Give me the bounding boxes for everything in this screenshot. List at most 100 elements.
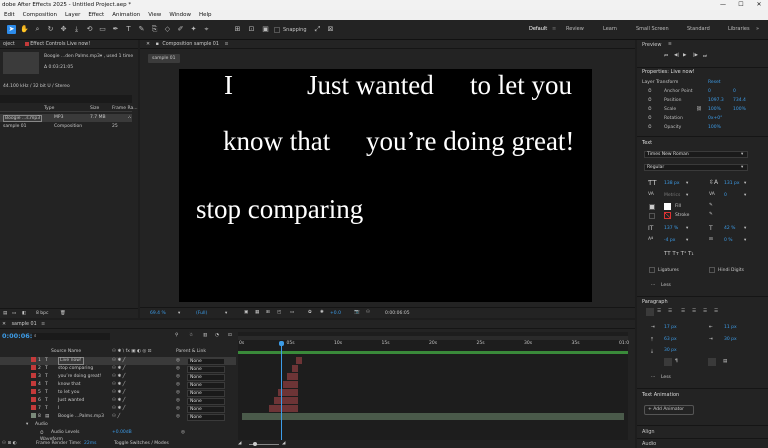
toggle-switches-button[interactable]: Toggle Switches / Modes — [114, 441, 169, 446]
layer-row[interactable]: 3 T you’re doing great! ⚇ ✱ ╱ ◎ None — [0, 373, 236, 381]
layer-duration-bar[interactable] — [269, 405, 298, 412]
switches-icons[interactable]: ⚇ ✱ ╱ — [112, 365, 125, 373]
rtl-direction-icon[interactable]: ¶ — [675, 359, 678, 364]
parent-pickwhip-icon[interactable]: ◎ — [176, 357, 180, 365]
shy-layers-icon[interactable]: ☃ — [189, 333, 193, 338]
timeline-menu-icon[interactable]: ≡ — [41, 322, 45, 327]
footer-icons[interactable]: ⚇ ⊞ ◐ — [2, 441, 17, 446]
maximize-button[interactable]: ☐ — [732, 0, 750, 10]
zoom-dropdown-icon[interactable]: ▾ — [178, 311, 180, 316]
layer-row[interactable]: 5 T to let you ⚇ ✱ ╱ ◎ None — [0, 389, 236, 397]
rotate-tool-icon[interactable]: ↻ — [46, 25, 55, 34]
stroke-eyedropper-icon[interactable]: ✎ — [709, 212, 713, 217]
mask-visibility-icon[interactable]: ◰ — [277, 310, 281, 315]
column-frame-rate[interactable]: Frame Ra... — [112, 106, 138, 111]
hscale-chevron-icon[interactable]: ▾ — [744, 226, 746, 231]
work-area-bar[interactable] — [238, 336, 628, 340]
fill-eyedropper-icon[interactable]: ✎ — [709, 203, 713, 208]
puppet-tool-icon[interactable]: ✦ — [189, 25, 198, 34]
parent-dropdown[interactable]: None — [187, 358, 225, 365]
leading-value[interactable]: 131 px — [724, 181, 740, 186]
guides-icon[interactable]: ⊞ — [266, 310, 270, 315]
zoom-in-icon[interactable]: ◢ — [282, 441, 285, 446]
layer-row[interactable]: 8 ▤ Boogie ...Palms.mp3 ⚇ ╱ ◎ None — [0, 413, 236, 421]
stopwatch-icon[interactable]: ⏱ — [648, 115, 652, 121]
menu-help[interactable]: Help — [195, 10, 216, 20]
project-tab[interactable]: oject — [3, 40, 15, 48]
scale-x[interactable]: 100% — [708, 107, 721, 112]
last-frame-icon[interactable]: ⏭ — [703, 53, 707, 59]
workspace-learn[interactable]: Learn — [603, 26, 617, 32]
workspace-review[interactable]: Review — [566, 26, 584, 32]
label-color[interactable] — [31, 405, 36, 410]
anchor-y[interactable]: 0 — [733, 89, 736, 94]
next-frame-icon[interactable]: |▶ — [693, 53, 698, 58]
menu-edit[interactable]: Edit — [0, 10, 19, 20]
tsume-value[interactable]: 0 % — [724, 238, 733, 243]
selection-tool-icon[interactable]: ➤ — [7, 25, 16, 34]
stopwatch-icon[interactable]: ⏱ — [648, 124, 652, 130]
tsume-chevron-icon[interactable]: ▾ — [744, 238, 746, 243]
view-options-icon[interactable]: ▭ — [290, 310, 294, 315]
more-options-icon[interactable]: ··· — [651, 375, 655, 380]
comp-flowchart-icon[interactable]: ⚲ — [175, 333, 178, 338]
workspace-default[interactable]: Default — [529, 26, 547, 32]
playhead[interactable] — [279, 341, 285, 440]
parent-pickwhip-icon[interactable]: ◎ — [176, 405, 180, 413]
view-axis-icon[interactable]: ▣ — [261, 25, 270, 34]
text-know-that[interactable]: know that — [223, 128, 330, 155]
panel-menu-icon[interactable]: ≡ — [668, 42, 672, 47]
new-comp-icon[interactable]: ◧ — [22, 311, 26, 316]
project-item-comp[interactable]: sample 01 Composition 25 — [0, 123, 132, 131]
region-of-interest-icon[interactable]: ▣ — [244, 310, 248, 315]
layer-name[interactable]: to let you — [58, 389, 79, 397]
parent-dropdown[interactable]: None — [187, 398, 225, 405]
composition-lock-icon[interactable]: ▪ — [156, 42, 159, 47]
more-options-icon[interactable]: ··· — [651, 283, 655, 288]
text-I[interactable]: I — [224, 72, 233, 99]
label-color[interactable] — [31, 373, 36, 378]
reset-link[interactable]: Reset — [708, 80, 721, 85]
text-just-wanted[interactable]: Just wanted — [307, 72, 434, 99]
hindi-digits-checkbox[interactable] — [709, 267, 715, 273]
camera-tool-icon[interactable]: ✥ — [59, 25, 68, 34]
workspace-small-screen[interactable]: Small Screen — [636, 26, 669, 32]
close-button[interactable]: ✕ — [750, 0, 768, 10]
switches-icons[interactable]: ⚇ ✱ ╱ — [112, 389, 125, 397]
layer-name[interactable]: I — [58, 405, 59, 413]
constrain-link-icon[interactable]: ⛓ — [696, 107, 702, 112]
text-style-buttons[interactable]: TT Tт T¹ T₁ — [664, 251, 694, 257]
pin-tool-icon[interactable]: ⌖ — [202, 25, 211, 34]
text-less-button[interactable]: Less — [661, 283, 671, 288]
new-folder-icon[interactable]: ▭ — [12, 311, 16, 316]
justify-all-icon[interactable]: ☰ — [714, 309, 718, 314]
current-time[interactable]: 0:00:06:05 — [385, 311, 410, 316]
first-frame-icon[interactable]: ⏮ — [664, 53, 668, 59]
exposure-icon[interactable]: ✺ — [320, 310, 324, 315]
parent-pickwhip-icon[interactable]: ◎ — [176, 381, 180, 389]
playhead-handle[interactable] — [279, 341, 285, 346]
graph-editor-icon[interactable]: ⊡ — [228, 333, 232, 338]
motion-blur-icon[interactable]: ◔ — [215, 333, 219, 338]
fill-checkbox[interactable] — [649, 204, 655, 210]
label-color[interactable] — [31, 389, 36, 394]
scale-y[interactable]: 100% — [733, 107, 746, 112]
workspace-libraries[interactable]: Libraries — [728, 26, 750, 32]
resolution-dropdown[interactable]: (Full) — [196, 311, 207, 316]
resolution-dropdown-icon[interactable]: ▾ — [225, 311, 227, 316]
play-icon[interactable]: ▶ — [683, 53, 686, 58]
label-color[interactable] — [31, 413, 36, 418]
layer-duration-bar[interactable] — [242, 413, 624, 420]
switches-icons[interactable]: ⚇ ✱ ╱ — [112, 357, 125, 365]
menu-layer[interactable]: Layer — [61, 10, 84, 20]
frame-blending-icon[interactable]: ▥ — [203, 333, 207, 338]
layer-name[interactable]: Live now! — [58, 357, 84, 365]
workspace-menu-icon[interactable]: ≡ — [552, 26, 556, 32]
layer-duration-bar[interactable] — [282, 381, 298, 388]
vertical-scale-value[interactable]: 137 % — [664, 226, 678, 231]
layer-name[interactable]: know that — [58, 381, 80, 389]
menu-animation[interactable]: Animation — [108, 10, 144, 20]
leading-chevron-icon[interactable]: ▾ — [744, 181, 746, 186]
roto-brush-tool-icon[interactable]: ✐ — [176, 25, 185, 34]
comp-breadcrumb[interactable]: sample 01 — [148, 54, 180, 63]
